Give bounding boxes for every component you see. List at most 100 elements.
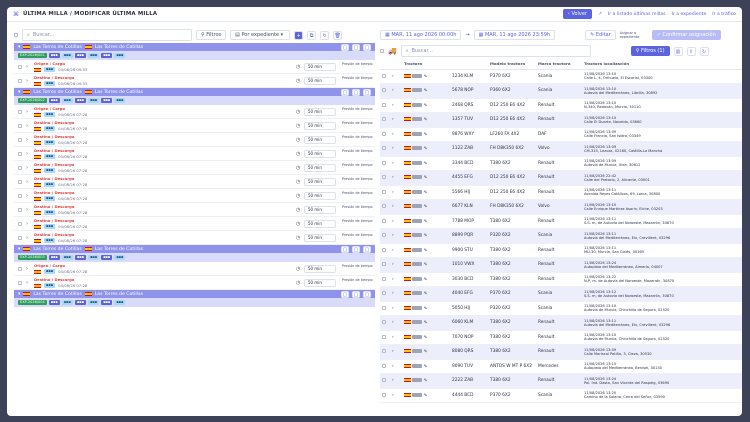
expand-icon[interactable]: ▾: [18, 247, 20, 252]
stop-checkbox[interactable]: [18, 194, 22, 198]
table-row[interactable]: › ✎ 9090 TUV ANTOS W MT P 6X2 Mercedes 11/08…: [380, 359, 742, 374]
edit-icon[interactable]: ▢: [352, 290, 360, 298]
stop-checkbox[interactable]: [18, 138, 22, 142]
row-checkbox[interactable]: [382, 160, 386, 165]
stop-checkbox[interactable]: [18, 152, 22, 156]
stop-row[interactable]: › Destino / Descarga ▪▪▪ 04/08/26 07:28 ◷ 50 …: [14, 119, 375, 133]
minutes-input[interactable]: 50 min: [304, 122, 336, 130]
select-all-checkbox-right[interactable]: [380, 49, 384, 53]
row-checkbox[interactable]: [382, 189, 386, 194]
chevron-right-icon[interactable]: ›: [392, 393, 394, 398]
expand-icon[interactable]: ›: [26, 78, 28, 84]
row-checkbox[interactable]: [382, 378, 386, 382]
table-row[interactable]: › ✎ 7070 NOP T380 6X2 Renault 11/08/2026 13:…: [380, 330, 742, 345]
expand-icon[interactable]: ›: [26, 64, 28, 70]
stop-checkbox[interactable]: [18, 124, 22, 128]
row-checkbox[interactable]: [382, 233, 386, 237]
expand-icon[interactable]: ›: [26, 179, 28, 185]
filters-button[interactable]: ⚲ Filtros: [196, 30, 227, 40]
chevron-right-icon[interactable]: ›: [392, 74, 394, 79]
group-header[interactable]: ▾ Las Torres de Cotillas Las Torres de Cot…: [14, 88, 375, 96]
duplicate-icon[interactable]: ⧉: [307, 30, 317, 40]
table-row[interactable]: › ✎ 3344 BCD T380 6X2 Renault 11/08/2026 13:…: [380, 156, 742, 171]
refresh-icon[interactable]: ↻: [320, 30, 330, 40]
col-modelo[interactable]: Modelo tractora: [488, 59, 536, 70]
chevron-right-icon[interactable]: ›: [392, 175, 394, 180]
row-checkbox[interactable]: [382, 175, 386, 179]
open-icon[interactable]: ▢: [363, 43, 371, 51]
chevron-right-icon[interactable]: ›: [392, 219, 394, 224]
expand-button-icon[interactable]: ▢: [341, 88, 349, 96]
stop-row[interactable]: › Destino / Descarga ▪▪▪ 04/08/26 07:28 ◷ 50 …: [14, 203, 375, 217]
chevron-right-icon[interactable]: ›: [392, 291, 394, 296]
row-checkbox[interactable]: [382, 349, 386, 353]
table-row[interactable]: › ✎ 2468 QRS D12 250 E6 4X2 Renault 11/08/20…: [380, 98, 742, 113]
expand-icon[interactable]: ›: [26, 151, 28, 157]
stop-row[interactable]: › Destino / Descarga ▪▪▪ 04/08/26 07:28 ◷ 50 …: [14, 133, 375, 147]
edit-button[interactable]: ✎ Editar: [585, 30, 616, 40]
group-header[interactable]: ▾ Las Torres de Cotillas Las Torres de Cot…: [14, 43, 375, 51]
open-icon[interactable]: ▢: [363, 245, 371, 253]
chevron-right-icon[interactable]: ›: [392, 364, 394, 369]
row-checkbox[interactable]: [382, 247, 386, 252]
edit-icon[interactable]: ▢: [352, 43, 360, 51]
expand-icon[interactable]: ▾: [18, 45, 20, 50]
edit-icon[interactable]: ▢: [352, 245, 360, 253]
expand-icon[interactable]: ›: [26, 137, 28, 143]
col-tractora[interactable]: Tractora: [402, 59, 450, 70]
expand-icon[interactable]: ›: [26, 109, 28, 115]
expand-icon[interactable]: ›: [26, 165, 28, 171]
row-checkbox[interactable]: [382, 88, 386, 92]
minutes-input[interactable]: 50 min: [304, 77, 336, 85]
chevron-right-icon[interactable]: ›: [392, 146, 394, 151]
group-by-select[interactable]: ▤ Por expediente ▾: [230, 30, 291, 40]
row-checkbox[interactable]: [382, 320, 386, 324]
minutes-input[interactable]: 50 min: [304, 234, 336, 242]
expand-icon[interactable]: ›: [26, 207, 28, 213]
date-from[interactable]: ▦ MAR, 11 ago 2026 00:00h: [380, 30, 462, 40]
group-header[interactable]: ▾ Las Torres de Cotillas Las Torres de Cot…: [14, 245, 375, 253]
table-row[interactable]: › ✎ 9900 STU T380 6X2 Renault 11/08/2026 13:…: [380, 243, 742, 258]
right-search-input[interactable]: ⌕ Buscar...: [400, 45, 591, 57]
stop-row[interactable]: › Destino / Descarga ▪▪▪ 04/08/26 07:28 ◷ 50 …: [14, 147, 375, 161]
stop-row[interactable]: › Origen / Cargo ▪▪▪ 04/08/26 07:28 ◷ 50 min P…: [14, 262, 375, 276]
minutes-input[interactable]: 50 min: [304, 265, 336, 273]
stop-row[interactable]: › Origen / Cargo ▪▪▪ 04/08/26 09:53 ◷ 50 min P…: [14, 60, 375, 74]
minutes-input[interactable]: 50 min: [304, 150, 336, 158]
date-to[interactable]: ▦ MAR, 11 ago 2026 23:59h: [473, 30, 556, 40]
row-checkbox[interactable]: [382, 218, 386, 223]
table-row[interactable]: › ✎ 9876 WXY LF260 FA 4X2 DAF 11/08/2026 13:…: [380, 127, 742, 142]
stop-checkbox[interactable]: [18, 267, 22, 271]
row-checkbox[interactable]: [382, 334, 386, 339]
export-icon[interactable]: ⇪: [686, 46, 696, 56]
table-row[interactable]: › ✎ 5050 HIJ P320 6X2 Scania 11/08/2026 13:1…: [380, 301, 742, 316]
chevron-right-icon[interactable]: ›: [392, 248, 394, 253]
chevron-right-icon[interactable]: ›: [392, 306, 394, 311]
open-icon[interactable]: ▢: [363, 88, 371, 96]
table-row[interactable]: › ✎ 4455 EFG D12 250 E6 4X2 Renault 11/08/20…: [380, 170, 742, 186]
col-marca[interactable]: Marca tractora: [536, 59, 582, 70]
columns-icon[interactable]: ▥: [673, 46, 683, 56]
expand-button-icon[interactable]: ▢: [341, 290, 349, 298]
table-row[interactable]: › ✎ 8899 PQR P320 6X2 Scania 11/08/2026 13:1…: [380, 228, 742, 244]
table-row[interactable]: › ✎ 6677 KLN FH D8K350 6X2 Volvo 11/08/2026 …: [380, 199, 742, 215]
minutes-input[interactable]: 50 min: [304, 192, 336, 200]
minutes-input[interactable]: 50 min: [304, 279, 336, 287]
row-checkbox[interactable]: [382, 291, 386, 295]
chevron-right-icon[interactable]: ›: [392, 378, 394, 383]
group-header[interactable]: ▾ Las Torres de Cotillas Las Torres de Cot…: [14, 290, 375, 298]
stop-checkbox[interactable]: [18, 110, 22, 114]
stop-checkbox[interactable]: [18, 166, 22, 170]
expand-icon[interactable]: ▾: [18, 90, 20, 95]
stop-checkbox[interactable]: [18, 208, 22, 212]
row-checkbox[interactable]: [382, 131, 386, 136]
table-row[interactable]: › ✎ 1010 VWX T380 6X2 Renault 11/08/2026 13:…: [380, 257, 742, 273]
select-all-checkbox[interactable]: [14, 33, 18, 37]
col-localizacion[interactable]: Tractora localización: [582, 59, 742, 70]
table-row[interactable]: › ✎ 1357 TUV D12 250 E6 4X2 Renault 11/08/20…: [380, 112, 742, 128]
expand-icon[interactable]: ›: [26, 123, 28, 129]
open-icon[interactable]: ▢: [363, 290, 371, 298]
table-row[interactable]: › ✎ 6060 KLM T380 6X2 Renault 11/08/2026 13:…: [380, 315, 742, 331]
expand-icon[interactable]: ▾: [18, 292, 20, 297]
table-row[interactable]: › ✎ 5566 HIJ D12 250 E6 4X2 Renault 11/08/20…: [380, 185, 742, 200]
